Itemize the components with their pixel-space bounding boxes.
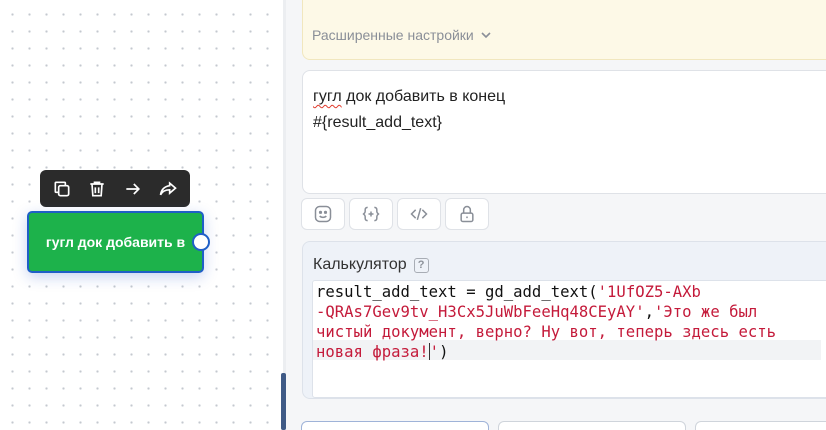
duplicate-button[interactable] [47,174,77,204]
connect-button[interactable] [118,174,148,204]
insert-variable-button[interactable] [349,198,393,230]
code-line: чистый документ, верно? Ну вот, теперь з… [316,323,777,341]
code-line: -QRAs7Gev9tv_H3Cx5JuWbFeeHq48CEyAY','Это… [316,303,758,321]
emoji-button[interactable] [301,198,345,230]
variable-braces-icon [362,206,380,222]
bottom-option-button-3[interactable] [695,421,826,430]
lock-icon [460,205,474,223]
share-button[interactable] [153,174,183,204]
node-toolbar [40,170,190,207]
lock-button[interactable] [445,198,489,230]
message-line-1-rest: док добавить в конец [341,88,506,105]
flow-node[interactable]: гугл док добавить в [27,211,204,273]
copy-icon [54,181,70,196]
message-line-1: гугл док добавить в конец [313,84,826,110]
node-label: гугл док добавить в [45,234,186,250]
chevron-down-icon [481,32,491,39]
message-text-editor[interactable]: гугл док добавить в конец #{result_add_t… [302,70,826,194]
calculator-header: Калькулятор ? [313,256,429,274]
calculator-title: Калькулятор [313,256,407,273]
code-icon [410,207,428,221]
delete-button[interactable] [82,174,112,204]
bottom-option-button-2[interactable] [498,421,686,430]
misspelled-word: гугл [313,88,342,105]
bottom-option-button-1[interactable] [301,421,489,430]
trash-icon [90,181,104,196]
advanced-settings-label: Расширенные настройки [312,27,474,43]
calculator-code[interactable]: result_add_text = gd_add_text('1UfOZ5-AX… [316,282,824,362]
smiley-icon [314,205,332,223]
code-button[interactable] [397,198,441,230]
arrow-right-icon [126,182,140,195]
advanced-settings-toggle[interactable]: Расширенные настройки [312,27,492,43]
node-output-port[interactable] [192,233,210,251]
editor-toolbar [301,198,489,230]
help-icon[interactable]: ? [413,257,429,273]
code-line: result_add_text = gd_add_text('1UfOZ5-AX… [316,283,701,301]
message-line-2: #{result_add_text} [313,114,442,131]
share-icon [159,180,178,195]
code-line: новая фраза!') [316,343,449,361]
